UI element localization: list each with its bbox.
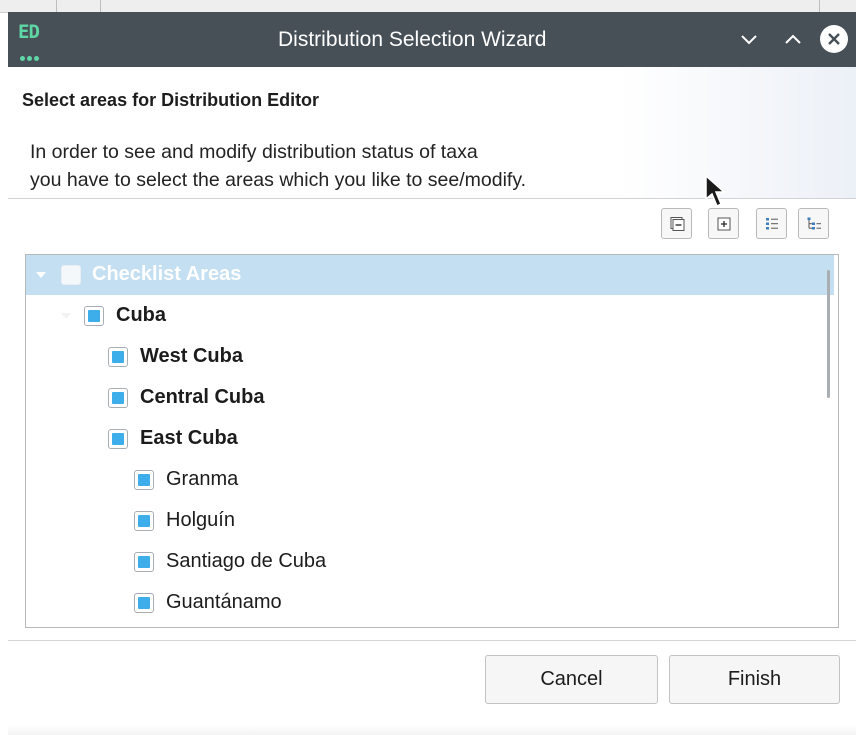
tree-label: Checklist Areas (92, 263, 242, 285)
tree-view-button[interactable] (798, 208, 829, 239)
finish-button[interactable]: Finish (669, 655, 840, 704)
wizard-header: Select areas for Distribution Editor In … (8, 67, 856, 208)
tree-label: Cuba (116, 304, 166, 326)
checkbox-central-cuba[interactable] (108, 388, 128, 408)
collapse-all-icon (670, 217, 685, 231)
checkbox-cuba[interactable] (84, 306, 104, 326)
page-title: Select areas for Distribution Editor (22, 90, 320, 110)
button-bar-divider (8, 640, 856, 641)
expand-arrow-icon[interactable] (35, 269, 47, 281)
expand-all-button[interactable] (708, 208, 739, 239)
expand-arrow-icon[interactable] (60, 310, 72, 322)
close-button[interactable] (820, 25, 848, 53)
tree-row-guantanamo[interactable]: Guantánamo (26, 583, 834, 623)
description-line-2: you have to select the areas which you l… (30, 169, 527, 191)
checkbox-guantanamo[interactable] (134, 593, 154, 613)
page-description: In order to see and modify distribution … (30, 138, 710, 194)
tree-row-central-cuba[interactable]: Central Cuba (26, 378, 834, 418)
collapse-all-button[interactable] (661, 208, 692, 239)
tree-row-west-cuba[interactable]: West Cuba (26, 337, 834, 377)
chevron-up-icon (785, 34, 801, 44)
checkbox-holguin[interactable] (134, 511, 154, 531)
tree-label: Santiago de Cuba (166, 550, 327, 572)
cancel-button[interactable]: Cancel (485, 655, 658, 704)
expand-all-icon (717, 217, 731, 231)
tree-row-east-cuba[interactable]: East Cuba (26, 419, 834, 459)
tree-label: East Cuba (140, 427, 238, 449)
checkbox-checklist-areas[interactable] (61, 265, 81, 285)
tree-view-icon (807, 217, 821, 230)
description-line-1: In order to see and modify distribution … (30, 141, 478, 163)
list-view-icon (766, 218, 778, 230)
tree-label: Guantánamo (166, 591, 282, 613)
tree-scrollbar[interactable] (827, 270, 830, 398)
title-bar[interactable]: ED Distribution Selection Wizard (8, 12, 856, 67)
distribution-selection-dialog: ED Distribution Selection Wizard Select … (8, 12, 856, 735)
tree-label: West Cuba (140, 345, 243, 367)
tree-label: Holguín (166, 509, 235, 531)
checkbox-granma[interactable] (134, 470, 154, 490)
window-title: Distribution Selection Wizard (278, 28, 547, 51)
maximize-button[interactable] (780, 26, 806, 52)
tree-row-granma[interactable]: Granma (26, 460, 834, 500)
mouse-cursor-icon (705, 175, 726, 208)
app-logo-icon: ED (18, 21, 44, 61)
checkbox-west-cuba[interactable] (108, 347, 128, 367)
tree-row-checklist-areas[interactable]: Checklist Areas (26, 255, 834, 295)
tree-row-holguin[interactable]: Holguín (26, 501, 834, 541)
tree-row-santiago-de-cuba[interactable]: Santiago de Cuba (26, 542, 834, 582)
tree-row-cuba[interactable]: Cuba (26, 296, 834, 336)
dialog-bottom-edge (8, 725, 856, 735)
checkbox-santiago-de-cuba[interactable] (134, 552, 154, 572)
close-icon (828, 33, 840, 45)
minimize-button[interactable] (736, 26, 762, 52)
tree-label: Granma (166, 468, 239, 490)
area-tree[interactable]: Checklist Areas Cuba West Cuba Central C… (25, 254, 839, 628)
chevron-down-icon (741, 35, 757, 45)
checkbox-east-cuba[interactable] (108, 429, 128, 449)
tree-label: Central Cuba (140, 386, 265, 408)
flat-list-button[interactable] (756, 208, 787, 239)
